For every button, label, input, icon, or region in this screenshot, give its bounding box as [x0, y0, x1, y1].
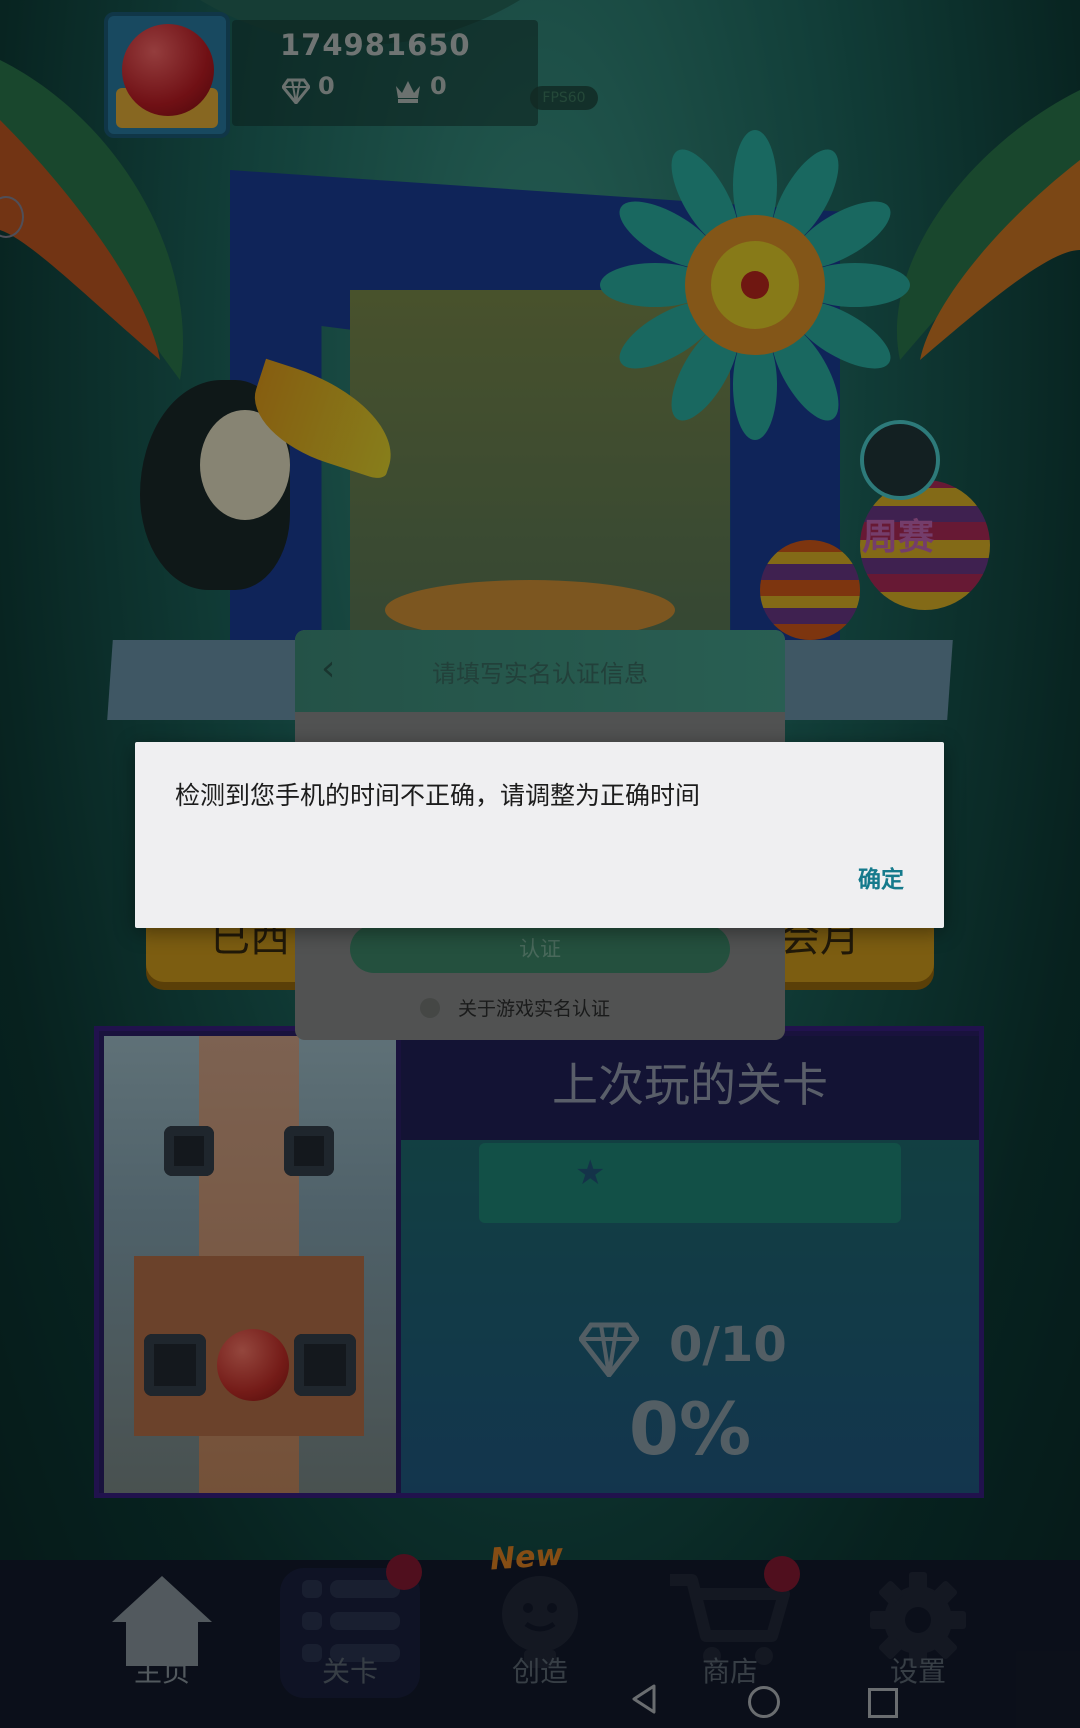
alert-message: 检测到您手机的时间不正确，请调整为正确时间: [175, 781, 701, 810]
time-error-alert: 检测到您手机的时间不正确，请调整为正确时间 确定: [135, 742, 944, 928]
alert-confirm-button[interactable]: 确定: [858, 860, 904, 894]
